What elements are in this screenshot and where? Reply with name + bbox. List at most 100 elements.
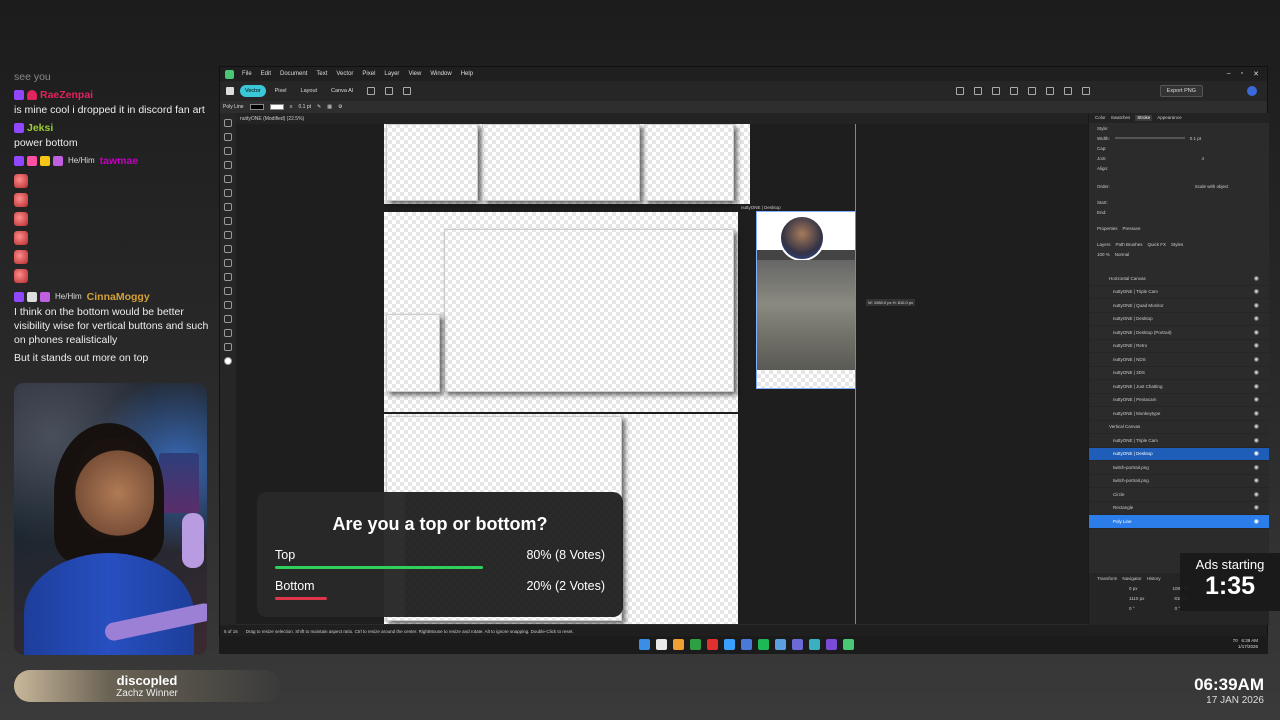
tab-styles[interactable]: Styles (1171, 242, 1183, 247)
persona-layout[interactable]: Layout (296, 85, 323, 97)
visibility-eye-icon[interactable]: ◉ (1254, 464, 1259, 471)
taskbar-app-icon[interactable] (707, 639, 718, 650)
layer-row[interactable]: nuttyONE | Desktop ◉ (1089, 447, 1269, 461)
boolean-icon[interactable] (1046, 87, 1055, 95)
layer-row[interactable]: nuttyONE | NDS ◉ (1089, 353, 1269, 367)
maximize-icon[interactable]: ▫ (1241, 70, 1243, 78)
layer-row[interactable]: Vertical Canvas ◉ (1089, 421, 1269, 434)
taskbar-app-icon[interactable] (826, 639, 837, 650)
pen-tool-icon[interactable]: ✎ (317, 104, 321, 110)
visibility-eye-icon[interactable]: ◉ (1254, 369, 1259, 376)
tab-path-brushes[interactable]: Path Brushes (1116, 242, 1143, 247)
pencil-tool-icon[interactable] (224, 203, 232, 211)
tab-transform[interactable]: Transform (1097, 576, 1117, 581)
persona-pixel[interactable]: Pixel (270, 85, 292, 97)
export-button[interactable]: Export PNG (1159, 85, 1203, 97)
chat-username[interactable]: tawmae (100, 154, 139, 168)
tab-appearance[interactable]: Appearance (1157, 115, 1181, 121)
layer-row[interactable]: nuttyONE | Triple Cam ◉ (1089, 286, 1269, 299)
arrange-icon[interactable] (1028, 87, 1037, 95)
system-tray[interactable]: 70 6:39 AM 1/17/2026 (1233, 638, 1258, 650)
document-tab[interactable]: nuttyONE (Modified) (22.5%) (220, 113, 1088, 124)
menu-document[interactable]: Document (280, 71, 307, 77)
corner-tool-icon[interactable] (224, 147, 232, 155)
visibility-eye-icon[interactable]: ◉ (1254, 396, 1259, 403)
layer-row[interactable]: Horizontal Canvas ◉ (1089, 272, 1269, 286)
close-doc-icon[interactable] (403, 87, 412, 95)
align-icon[interactable] (1010, 87, 1019, 95)
snap-icon[interactable] (956, 87, 965, 95)
taskbar-app-icon[interactable] (792, 639, 803, 650)
visibility-eye-icon[interactable]: ◉ (1254, 423, 1259, 430)
mitre-value[interactable]: 4 (1202, 156, 1205, 161)
taskbar-app-icon[interactable] (809, 639, 820, 650)
gradient-tool-icon[interactable] (224, 231, 232, 239)
menu-vector[interactable]: Vector (336, 71, 353, 77)
eyedropper-icon[interactable] (224, 315, 232, 323)
chat-username[interactable]: Jeksi (27, 121, 53, 135)
y-field[interactable]: 1110 px (1129, 596, 1144, 601)
taskbar-app-icon[interactable] (690, 639, 701, 650)
picture-frame-icon[interactable] (224, 287, 232, 295)
menu-file[interactable]: File (242, 71, 252, 77)
stroke-row[interactable]: End: (1089, 207, 1269, 217)
layer-row[interactable]: twitch-portrait.png ◉ (1089, 461, 1269, 475)
taskbar-app-icon[interactable] (656, 639, 667, 650)
taskbar-app-icon[interactable] (724, 639, 735, 650)
menu-help[interactable]: Help (461, 71, 473, 77)
visibility-eye-icon[interactable]: ◉ (1254, 275, 1259, 282)
close-icon[interactable]: ✕ (1253, 70, 1259, 78)
persona-vector[interactable]: Vector (240, 85, 266, 97)
taskbar-app-icon[interactable] (758, 639, 769, 650)
tab-stroke[interactable]: Stroke (1135, 115, 1153, 121)
table-tool-icon[interactable] (224, 301, 232, 309)
tab-layers[interactable]: Layers (1097, 242, 1111, 247)
fill-swatch[interactable] (249, 104, 264, 110)
visibility-eye-icon[interactable]: ◉ (1254, 450, 1259, 457)
crop-tool-icon[interactable] (224, 161, 232, 169)
portrait-artboard[interactable] (756, 211, 856, 389)
blend-mode-select[interactable]: Normal (1115, 252, 1130, 257)
visibility-eye-icon[interactable]: ◉ (1254, 477, 1259, 484)
color-selector-icon[interactable] (224, 357, 232, 365)
visibility-eye-icon[interactable]: ◉ (1254, 302, 1259, 309)
tab-color[interactable]: Color (1095, 115, 1106, 121)
layer-row[interactable]: nuttyONE | Just Chatting ◉ (1089, 380, 1269, 394)
visibility-eye-icon[interactable]: ◉ (1254, 329, 1259, 336)
layer-row[interactable]: nuttyONE | 3DS ◉ (1089, 367, 1269, 380)
fill-tool-icon[interactable] (224, 217, 232, 225)
taskbar-app-icon[interactable] (775, 639, 786, 650)
stroke-row[interactable]: Align: (1089, 163, 1269, 173)
chat-username[interactable]: RaeZenpai (40, 88, 93, 102)
layer-row[interactable]: twitch-portrait.png ◉ (1089, 475, 1269, 488)
taskbar-app-icon[interactable] (741, 639, 752, 650)
node-tool-icon[interactable] (224, 133, 232, 141)
taskbar-app-icon[interactable] (843, 639, 854, 650)
text-tool-icon[interactable] (224, 273, 232, 281)
menu-text[interactable]: Text (316, 71, 327, 77)
width-slider[interactable] (1114, 137, 1185, 139)
opacity-field[interactable]: 100 % (1097, 252, 1110, 257)
pen-icon[interactable] (1082, 87, 1091, 95)
grid-icon[interactable] (385, 87, 394, 95)
paste-icon[interactable] (992, 87, 1001, 95)
affinity-icon[interactable] (226, 87, 234, 95)
help-icon[interactable] (1247, 86, 1257, 96)
stroke-row[interactable]: Cap: (1089, 143, 1269, 153)
visibility-eye-icon[interactable]: ◉ (1254, 288, 1259, 295)
more-icon[interactable] (367, 87, 376, 95)
shape-tool-icon[interactable] (224, 259, 232, 267)
pen-tool-icon[interactable] (224, 189, 232, 197)
menu-window[interactable]: Window (430, 71, 451, 77)
layer-row[interactable]: nuttyONE | Pentacam ◉ (1089, 394, 1269, 407)
menu-pixel[interactable]: Pixel (362, 71, 375, 77)
layer-row[interactable]: Rectangle ◉ (1089, 502, 1269, 515)
tab-history[interactable]: History (1147, 576, 1161, 581)
tab-swatches[interactable]: Swatches (1111, 115, 1131, 121)
stroke-row[interactable]: Start: (1089, 197, 1269, 207)
visibility-eye-icon[interactable]: ◉ (1254, 315, 1259, 322)
stroke-width-field[interactable]: 0.1 pt (299, 104, 312, 110)
stroke-row[interactable]: Width: 0.1 pt (1089, 133, 1269, 143)
tab-quick-fx[interactable]: Quick FX (1148, 242, 1167, 247)
menu-layer[interactable]: Layer (384, 71, 399, 77)
